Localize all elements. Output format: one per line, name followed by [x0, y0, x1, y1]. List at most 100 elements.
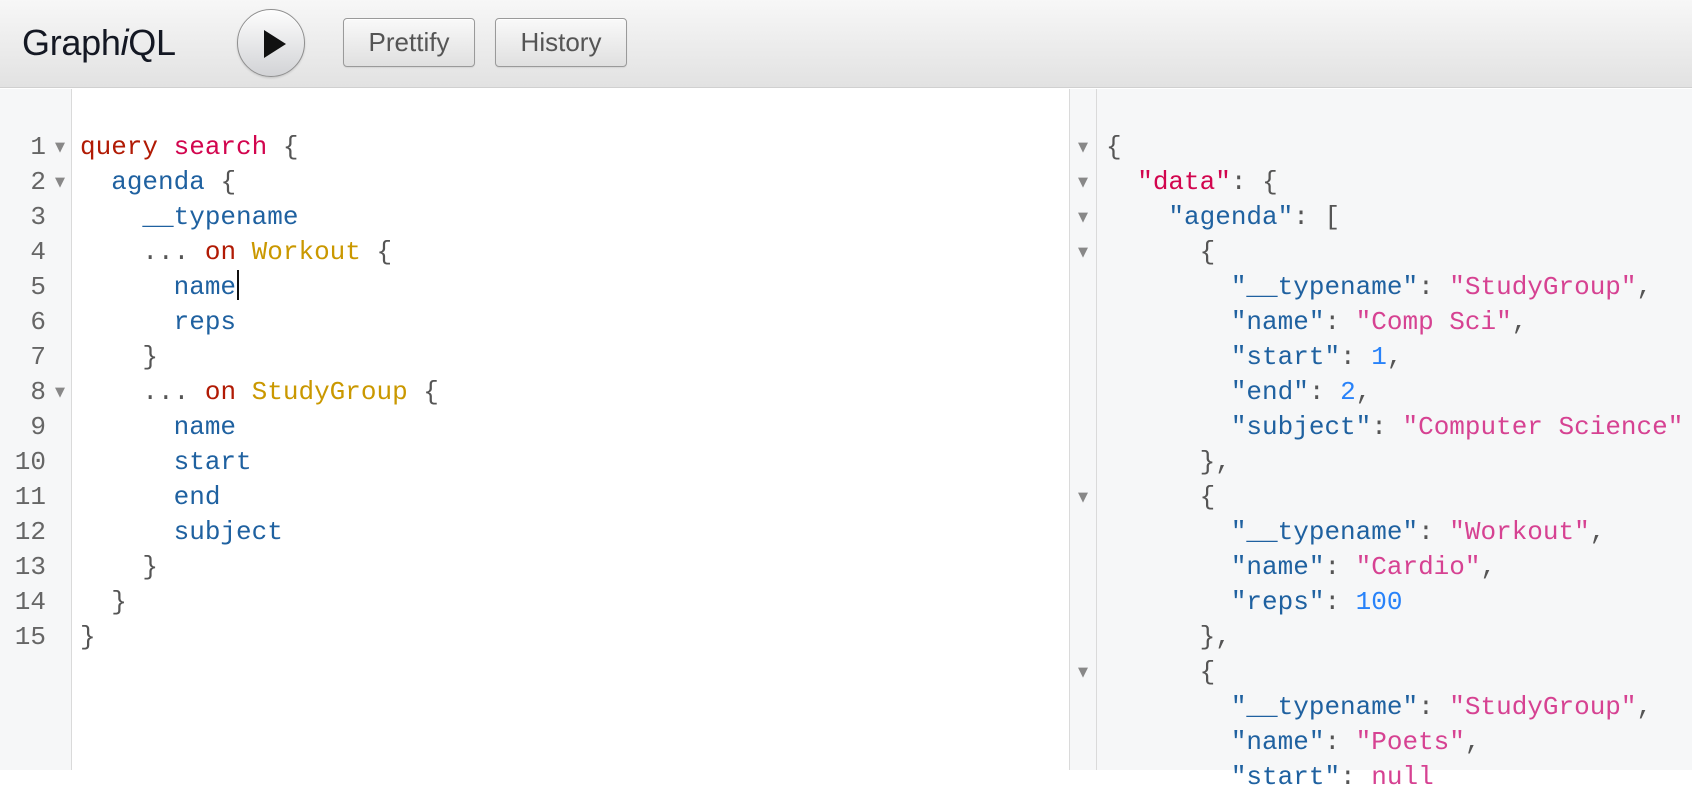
colon: : [1340, 762, 1372, 792]
field-name: agenda [111, 167, 205, 197]
toolbar: GraphiQL Prettify History [0, 0, 1692, 88]
json-string-value: "Poets" [1355, 727, 1465, 757]
result-line: }, [1106, 445, 1231, 480]
line-number: 4 [30, 237, 46, 267]
line-number: 13 [14, 552, 46, 582]
query-editor[interactable]: 1 ▼ query search {2 ▼ agenda {3 __typename 4… [0, 89, 1069, 770]
query-line: subject [80, 515, 283, 550]
query-line: } [80, 550, 158, 585]
query-line: agenda { [80, 165, 236, 200]
operation-keyword: query [80, 132, 159, 162]
line-number: 14 [14, 587, 46, 617]
field-name: name [173, 412, 237, 442]
result-line: "__typename": "StudyGroup", [1106, 270, 1652, 305]
fold-arrow-icon[interactable]: ▼ [55, 130, 65, 165]
result-viewer[interactable]: ▼ {▼ "data": {▼ "agenda": [▼ { "__typenam… [1069, 89, 1692, 792]
punctuation: , [1386, 342, 1403, 372]
fold-arrow-icon[interactable]: ▼ [55, 375, 65, 410]
fold-arrow-icon[interactable]: ▼ [1078, 480, 1088, 515]
result-line: "__typename": "StudyGroup", [1106, 690, 1652, 725]
query-line: } [80, 585, 127, 620]
field-name: name [173, 272, 237, 302]
query-line: name [80, 410, 236, 445]
json-key: "subject" [1230, 412, 1372, 442]
app-title: GraphiQL [22, 22, 176, 64]
execute-query-button[interactable] [237, 9, 305, 77]
query-line: name [80, 270, 240, 305]
json-key: "name" [1230, 552, 1325, 582]
json-key: "agenda" [1168, 202, 1294, 232]
operation-name: search [173, 132, 268, 162]
query-line: end [80, 480, 221, 515]
query-line: } [80, 340, 158, 375]
result-line: "name": "Cardio", [1106, 550, 1496, 585]
line-number: 8 [30, 377, 46, 407]
json-number-value: 1 [1371, 342, 1387, 372]
punctuation: { [1262, 167, 1278, 197]
json-key: "end" [1230, 377, 1309, 407]
fold-arrow-icon[interactable]: ▼ [1078, 235, 1088, 270]
colon: : [1418, 517, 1450, 547]
line-number: 1 [30, 132, 46, 162]
colon: : [1371, 412, 1403, 442]
json-key: "__typename" [1230, 517, 1419, 547]
on-keyword: on [204, 377, 237, 407]
fold-arrow-icon[interactable]: ▼ [55, 165, 65, 200]
result-line: "reps": 100 [1106, 585, 1403, 620]
punctuation: { [407, 377, 439, 407]
line-number: 9 [30, 412, 46, 442]
on-keyword: on [204, 237, 237, 267]
punctuation: } [142, 342, 159, 372]
colon: : [1324, 727, 1356, 757]
punctuation: , [1589, 517, 1606, 547]
fold-arrow-icon[interactable]: ▼ [1078, 200, 1088, 235]
fold-arrow-icon[interactable]: ▼ [1078, 655, 1088, 690]
punctuation: , [1480, 552, 1497, 582]
result-line: "name": "Poets", [1106, 725, 1481, 760]
punctuation: } [142, 552, 159, 582]
result-line: { [1106, 130, 1122, 165]
json-key: "start" [1230, 762, 1341, 792]
fold-arrow-icon[interactable]: ▼ [1078, 165, 1088, 200]
field-name: subject [173, 517, 283, 547]
line-number: 5 [30, 272, 46, 302]
json-number-value: 2 [1340, 377, 1356, 407]
result-line: "agenda": [ [1106, 200, 1340, 235]
line-number: 3 [30, 202, 46, 232]
prettify-button[interactable]: Prettify [343, 18, 475, 67]
history-button[interactable]: History [495, 18, 627, 67]
colon: : [1324, 587, 1356, 617]
punctuation: { [1199, 237, 1216, 267]
punctuation: , [1636, 692, 1653, 722]
json-number-value: 100 [1355, 587, 1403, 617]
line-number: 12 [14, 517, 46, 547]
json-key: "__typename" [1230, 692, 1419, 722]
colon: : [1324, 552, 1356, 582]
fold-arrow-icon[interactable]: ▼ [1078, 130, 1088, 165]
spread-operator: ... [142, 237, 205, 267]
result-line: "subject": "Computer Science" [1106, 410, 1684, 445]
